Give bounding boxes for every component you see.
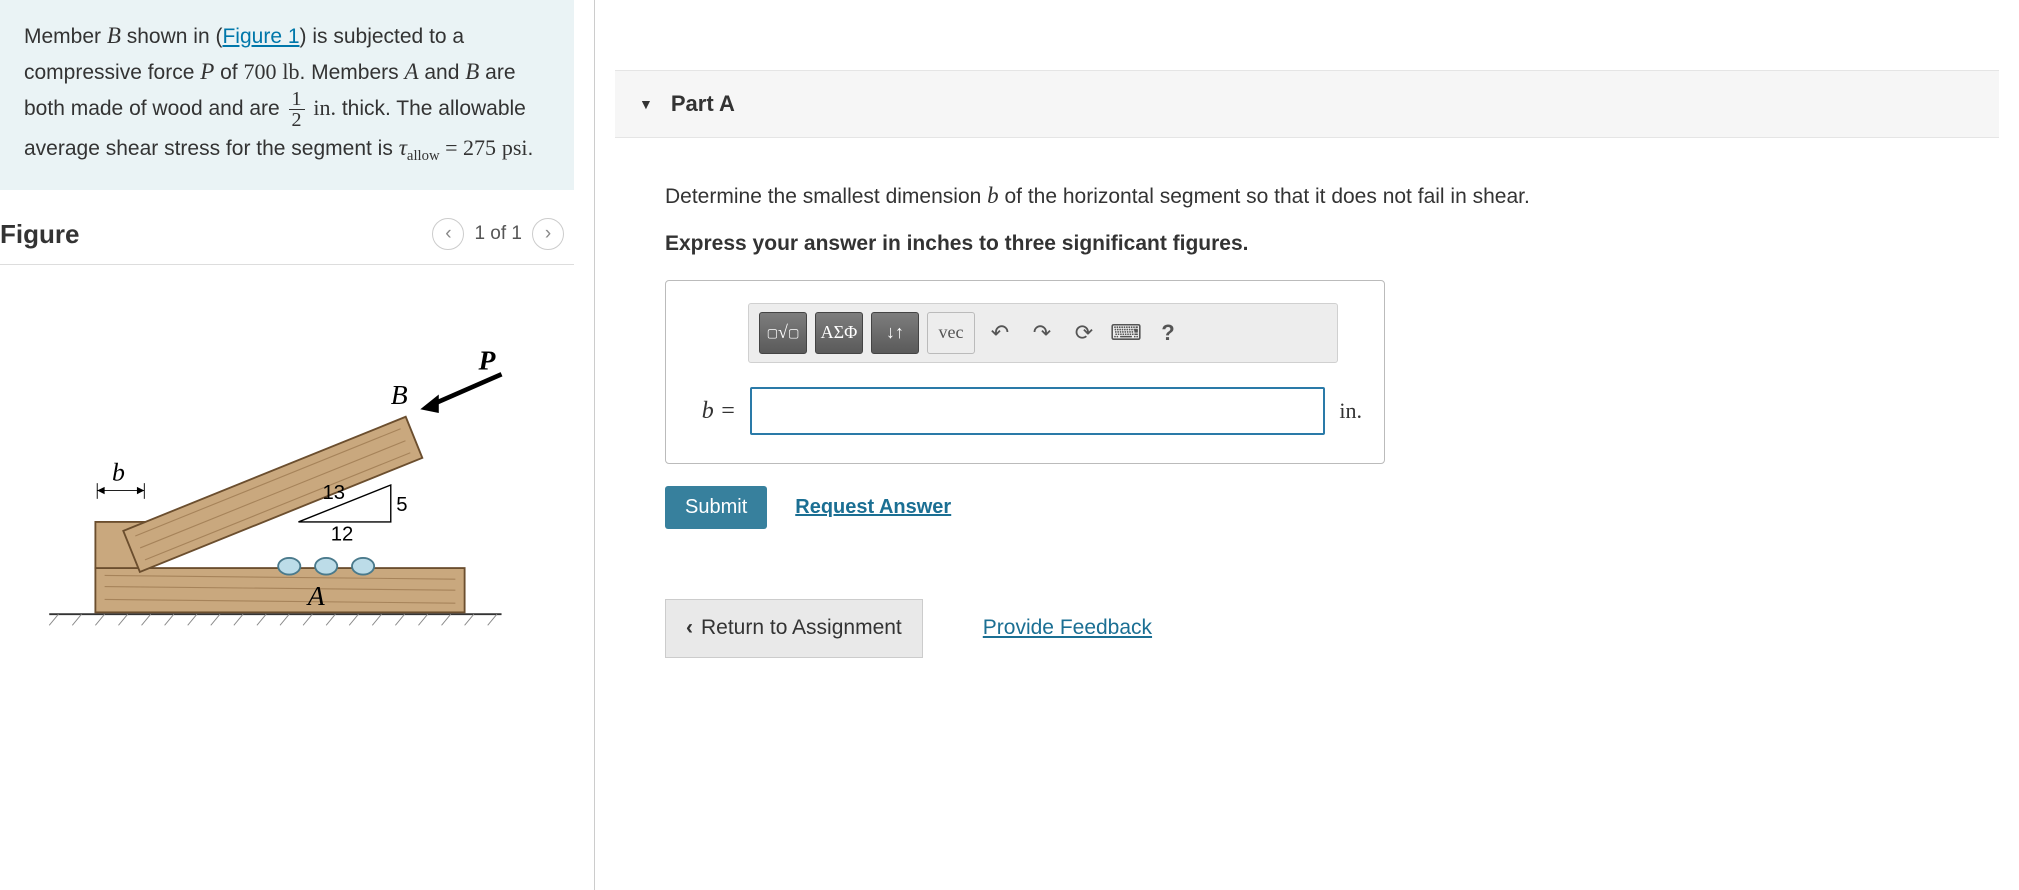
question-text: Determine the smallest dimension b of th…: [665, 178, 1971, 214]
figure-counter: 1 of 1: [474, 223, 522, 245]
instruction-text: Express your answer in inches to three s…: [665, 228, 1971, 261]
tau-value: 275: [463, 135, 496, 160]
fraction: 12: [289, 89, 305, 130]
figure-header: Figure ‹ 1 of 1 ›: [0, 190, 574, 265]
help-button[interactable]: ?: [1151, 312, 1185, 354]
figure-next-button[interactable]: ›: [532, 218, 564, 250]
figure-link[interactable]: Figure 1: [222, 25, 299, 48]
part-title: Part A: [671, 91, 735, 117]
footer-row: ‹ Return to Assignment Provide Feedback: [665, 599, 1971, 658]
answer-lhs: b =: [688, 393, 736, 430]
figure-heading: Figure: [0, 219, 79, 250]
provide-feedback-link[interactable]: Provide Feedback: [983, 612, 1152, 645]
var-b: b: [987, 183, 999, 208]
period: .: [528, 137, 534, 160]
vec-button[interactable]: vec: [927, 312, 975, 354]
label-A: A: [306, 580, 325, 611]
fraction-den: 2: [289, 110, 305, 130]
part-body: Determine the smallest dimension b of th…: [615, 138, 1999, 668]
fraction-num: 1: [289, 89, 305, 110]
text: of: [214, 61, 243, 84]
tau-unit: psi: [502, 135, 528, 160]
var-A: A: [404, 59, 418, 84]
tau-subscript: allow: [407, 148, 440, 164]
subsup-button[interactable]: ↓↑: [871, 312, 919, 354]
figure-prev-button[interactable]: ‹: [432, 218, 464, 250]
submit-row: Submit Request Answer: [665, 486, 1971, 529]
label-12: 12: [331, 524, 354, 546]
request-answer-link[interactable]: Request Answer: [795, 492, 951, 523]
chevron-left-icon: ‹: [686, 612, 693, 645]
equals: =: [440, 135, 463, 160]
collapse-icon: ▼: [639, 96, 653, 112]
figure-diagram: P B A b 13 12 5: [0, 265, 574, 651]
return-label: Return to Assignment: [701, 612, 902, 645]
force-value: 700: [243, 59, 276, 84]
thickness-unit: in.: [313, 95, 336, 120]
label-b: b: [112, 458, 125, 487]
label-5: 5: [396, 494, 407, 516]
text: Member: [24, 25, 107, 48]
answer-input-row: b = in.: [688, 387, 1362, 435]
problem-statement: Member B shown in (Figure 1) is subjecte…: [0, 0, 574, 190]
label-P: P: [477, 345, 496, 376]
text: of the horizontal segment so that it doe…: [999, 185, 1530, 208]
answer-box: ▢√▢ ΑΣΦ ↓↑ vec ↶ ↷ ⟳ ⌨ ? b = in.: [665, 280, 1385, 464]
text: . Members: [299, 61, 404, 84]
text: shown in (: [121, 25, 223, 48]
equation-toolbar: ▢√▢ ΑΣΦ ↓↑ vec ↶ ↷ ⟳ ⌨ ?: [748, 303, 1338, 363]
templates-button[interactable]: ▢√▢: [759, 312, 807, 354]
var-B2: B: [465, 59, 479, 84]
answer-unit: in.: [1339, 394, 1362, 428]
greek-button[interactable]: ΑΣΦ: [815, 312, 863, 354]
part-header[interactable]: ▼ Part A: [615, 70, 1999, 138]
keyboard-button[interactable]: ⌨: [1109, 312, 1143, 354]
force-unit: lb: [282, 59, 299, 84]
var-P: P: [200, 59, 214, 84]
submit-button[interactable]: Submit: [665, 486, 767, 529]
figure-pager: ‹ 1 of 1 ›: [432, 218, 564, 250]
text: Determine the smallest dimension: [665, 185, 987, 208]
answer-input[interactable]: [750, 387, 1325, 435]
text: and: [419, 61, 466, 84]
right-column: ▼ Part A Determine the smallest dimensio…: [595, 0, 2019, 890]
undo-button[interactable]: ↶: [983, 312, 1017, 354]
label-13: 13: [322, 482, 345, 504]
left-column: Member B shown in (Figure 1) is subjecte…: [0, 0, 595, 890]
var-B: B: [107, 23, 121, 48]
return-button[interactable]: ‹ Return to Assignment: [665, 599, 923, 658]
redo-button[interactable]: ↷: [1025, 312, 1059, 354]
diagram-svg: P B A b 13 12 5: [40, 335, 520, 635]
label-B: B: [391, 379, 408, 410]
reset-button[interactable]: ⟳: [1067, 312, 1101, 354]
tau-symbol: τ: [399, 135, 407, 160]
